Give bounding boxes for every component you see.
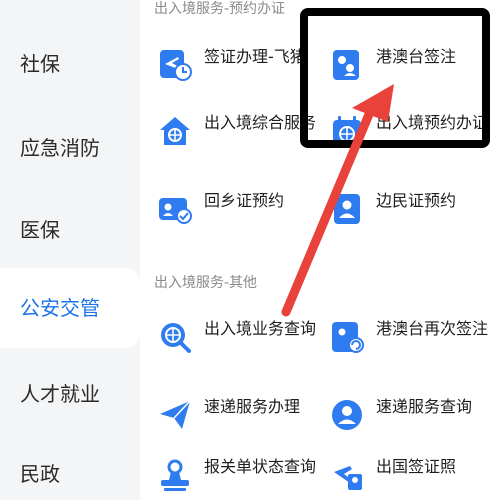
section-title: 出入境服务-预约办证 [154, 1, 286, 17]
sidebar-item-label: 社保 [20, 52, 60, 76]
sidebar-item-civil-affairs[interactable]: 民政 [0, 458, 140, 487]
sidebar-item-public-security-traffic[interactable]: 公安交管 [0, 268, 140, 348]
sidebar-item-social-security[interactable]: 社保 [0, 48, 140, 77]
sidebar-item-talent-employment[interactable]: 人才就业 [0, 378, 140, 407]
category-sidebar: 社保 应急消防 医保 公安交管 人才就业 民政 [0, 0, 140, 500]
service-border-resident-permit[interactable]: 边民证预约 [330, 190, 496, 226]
service-label: 港澳台再次签注 [376, 319, 489, 338]
service-label: 边民证预约 [376, 191, 457, 210]
service-label: 出国签证照 [376, 457, 457, 476]
stamp-icon [161, 459, 189, 491]
service-label: 速递服务查询 [376, 397, 473, 416]
service-label: 回乡证预约 [204, 191, 285, 210]
service-exit-entry-query[interactable]: 出入境业务查询 [158, 318, 324, 354]
service-visa-photo[interactable]: 出国签证照 [330, 456, 496, 492]
sidebar-item-medical-insurance[interactable]: 医保 [0, 214, 140, 243]
id-card-person-icon [334, 194, 360, 224]
service-label: 报关单状态查询 [204, 457, 317, 476]
service-express-delivery[interactable]: 速递服务办理 [158, 396, 324, 432]
house-globe-icon [160, 117, 190, 145]
id-card-check-icon [159, 198, 192, 224]
highlight-box [300, 8, 490, 148]
globe-search-icon [161, 323, 191, 353]
section-title: 出入境服务-其他 [154, 275, 258, 291]
sidebar-item-label: 应急消防 [20, 136, 100, 160]
sidebar-item-label: 民政 [20, 462, 60, 486]
sidebar-item-label: 人才就业 [20, 382, 100, 406]
sidebar-item-label: 公安交管 [20, 296, 100, 320]
sidebar-item-label: 医保 [20, 218, 60, 242]
plane-clock-icon [160, 50, 192, 81]
passport-refresh-icon [332, 322, 364, 353]
service-re-endorsement[interactable]: 港澳台再次签注 [330, 318, 496, 354]
person-search-icon [332, 400, 362, 430]
service-label: 速递服务办理 [204, 397, 301, 416]
sidebar-item-emergency-fire[interactable]: 应急消防 [0, 132, 140, 161]
service-label: 出入境业务查询 [204, 319, 317, 338]
plane-photo-icon [334, 466, 362, 490]
service-customs-status-query[interactable]: 报关单状态查询 [158, 456, 324, 492]
service-express-query[interactable]: 速递服务查询 [330, 396, 496, 432]
paper-plane-icon [160, 400, 191, 429]
service-home-return-permit[interactable]: 回乡证预约 [158, 190, 324, 226]
